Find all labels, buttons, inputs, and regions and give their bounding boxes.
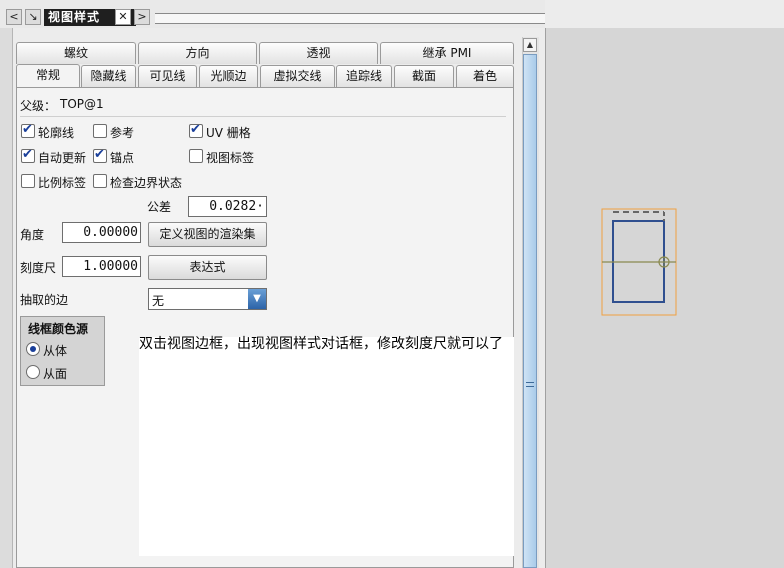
view-label-label: 视图标签 (206, 151, 255, 165)
uv-grid-checkbox[interactable] (189, 122, 203, 138)
silhouette-label: 轮廓线 (38, 126, 75, 140)
silhouette-checkbox[interactable] (21, 122, 35, 138)
auto-update-label: 自动更新 (38, 151, 87, 165)
tab-thread[interactable]: 螺纹 (16, 42, 136, 64)
tab-inherit-pmi[interactable]: 继承 PMI (380, 42, 514, 64)
check-boundary-label: 检查边界状态 (110, 176, 183, 190)
tab-smooth-edges[interactable]: 光顺边 (199, 65, 258, 87)
reference-checkbox[interactable] (93, 124, 107, 138)
scroll-up-icon[interactable]: ▲ (523, 38, 537, 52)
tab-visible-lines[interactable]: 可见线 (138, 65, 197, 87)
chevron-down-icon[interactable]: ▼ (248, 289, 266, 309)
tab-trace-lines[interactable]: 追踪线 (336, 65, 392, 87)
uv-grid-label: UV 栅格 (206, 126, 251, 140)
parent-value: TOP@1 (60, 97, 104, 111)
tolerance-input[interactable]: 0.0282· (188, 196, 267, 217)
tab-shading[interactable]: 着色 (456, 65, 514, 87)
define-render-set-button[interactable]: 定义视图的渲染集 (148, 222, 267, 247)
pin-icon[interactable]: ↘ (25, 9, 41, 25)
annotation-note: 双击视图边框，出现视图样式对话框，修改刻度尺就可以了 (139, 337, 514, 556)
extracted-edges-label: 抽取的边 (20, 293, 69, 307)
extracted-edges-value: 无 (152, 294, 165, 308)
scale-label-label: 比例标签 (38, 176, 87, 190)
scale-input[interactable]: 1.00000 (62, 256, 141, 277)
nav-left-button[interactable]: < (6, 9, 22, 25)
extracted-edges-select[interactable]: 无 ▼ (148, 288, 267, 310)
tolerance-label: 公差 (147, 200, 172, 214)
close-icon[interactable]: ✕ (115, 9, 131, 25)
tab-virtual-intersections[interactable]: 虚拟交线 (260, 65, 335, 87)
anchor-label: 锚点 (110, 151, 135, 165)
reference-label: 参考 (110, 126, 135, 140)
left-strip (0, 28, 12, 568)
title-bar-groove (155, 13, 545, 24)
scale-label-checkbox[interactable] (21, 174, 35, 188)
tab-general[interactable]: 常规 (16, 64, 80, 88)
drawing-view[interactable] (545, 28, 784, 568)
from-face-label: 从面 (43, 367, 68, 381)
parent-label: 父级： (20, 99, 57, 113)
tab-perspective[interactable]: 透视 (259, 42, 378, 64)
from-body-radio[interactable] (26, 342, 40, 356)
from-body-label: 从体 (43, 344, 68, 358)
grip-icon (526, 382, 534, 387)
tab-section[interactable]: 截面 (394, 65, 454, 87)
divider (20, 116, 506, 117)
auto-update-checkbox[interactable] (21, 147, 35, 163)
scrollbar-thumb[interactable] (523, 54, 537, 568)
anchor-checkbox[interactable] (93, 147, 107, 163)
check-boundary-checkbox[interactable] (93, 174, 107, 188)
tab-orientation[interactable]: 方向 (138, 42, 257, 64)
view-label-checkbox[interactable] (189, 149, 203, 163)
tab-hidden-lines[interactable]: 隐藏线 (81, 65, 136, 87)
angle-label: 角度 (20, 228, 45, 242)
from-face-radio[interactable] (26, 365, 40, 379)
angle-input[interactable]: 0.00000 (62, 222, 141, 243)
wireframe-color-title: 线框颜色源 (28, 322, 89, 336)
expression-button[interactable]: 表达式 (148, 255, 267, 280)
scale-label: 刻度尺 (20, 261, 57, 275)
nav-right-button[interactable]: > (134, 9, 150, 25)
